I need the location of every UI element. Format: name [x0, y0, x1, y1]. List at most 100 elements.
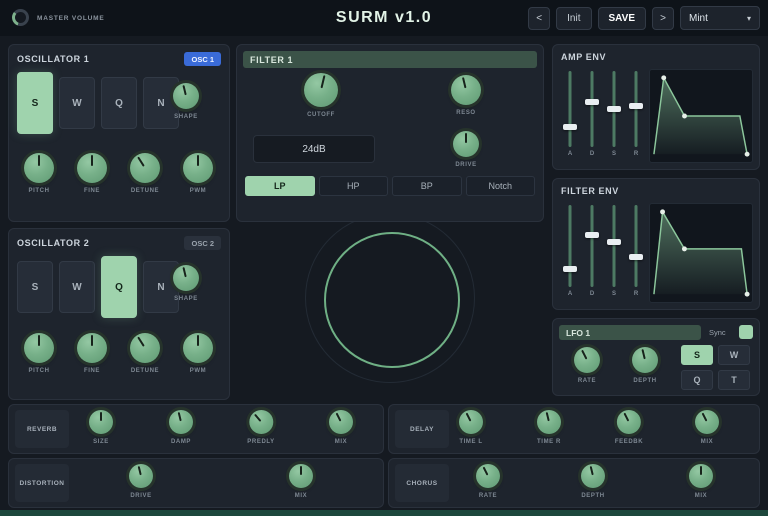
distortion-mix-knob[interactable]	[289, 464, 313, 488]
filter-cutoff-knob[interactable]	[304, 73, 338, 107]
reverb-predelay: PREDLY	[247, 410, 274, 445]
init-button[interactable]: Init	[556, 6, 592, 30]
delay-time-l: TIME L	[459, 410, 483, 445]
filter-env-display	[649, 203, 753, 303]
reverb-mix-knob[interactable]	[329, 410, 353, 434]
filter-env-release-slider[interactable]	[629, 205, 643, 287]
lfo1-title: LFO 1	[566, 327, 591, 338]
reverb-size-label: SIZE	[93, 439, 109, 445]
lfo-rate-knob[interactable]	[574, 347, 600, 373]
distortion-mix: MIX	[289, 464, 313, 499]
filter-type-notch[interactable]: Notch	[465, 176, 535, 196]
filter-cutoff-label: CUTOFF	[307, 112, 335, 118]
filter-slope-select[interactable]: 24dB	[253, 135, 375, 163]
osc1-wave-w[interactable]: W	[59, 77, 95, 129]
reverb-damp-knob[interactable]	[169, 410, 193, 434]
knob-indicator	[127, 462, 156, 491]
amp-env-sustain-slider[interactable]	[607, 71, 621, 147]
lfo-depth-knob[interactable]	[632, 347, 658, 373]
filter-env-attack: A	[563, 205, 577, 297]
osc2-pitch-knob[interactable]	[24, 333, 54, 363]
osc2-pwm-knob[interactable]	[183, 333, 213, 363]
preset-select[interactable]: Mint ▾	[680, 6, 760, 30]
xy-pad[interactable]	[324, 232, 460, 368]
osc2-wave-s[interactable]: S	[17, 261, 53, 313]
filter-reso-knob[interactable]	[451, 75, 481, 105]
osc2-detune-knob[interactable]	[130, 333, 160, 363]
lfo-depth-label: DEPTH	[633, 378, 657, 384]
filter-type-bp[interactable]: BP	[392, 176, 462, 196]
filter-type-lp[interactable]: LP	[245, 176, 315, 196]
slider-handle[interactable]	[585, 99, 599, 105]
osc2-pwm: PWM	[183, 333, 213, 374]
slider-track	[634, 205, 638, 287]
osc2-wave-selector: S W Q N	[17, 255, 179, 319]
knob-indicator	[325, 406, 357, 438]
slider-handle[interactable]	[563, 123, 577, 130]
lfo-wave-q[interactable]: Q	[681, 370, 713, 390]
filter-env-sustain-slider[interactable]	[607, 205, 621, 287]
filter-type-hp[interactable]: HP	[318, 176, 388, 196]
chorus-depth: DEPTH	[581, 464, 605, 499]
amp-env-attack-slider[interactable]	[563, 71, 577, 147]
delay-time-r-knob[interactable]	[537, 410, 561, 434]
knob-indicator	[691, 406, 723, 438]
lfo-wave-t[interactable]: T	[718, 370, 750, 390]
slider-track	[568, 71, 572, 147]
amp-env-attack-label: A	[567, 151, 573, 157]
osc1-shape-knob[interactable]	[173, 83, 199, 109]
slider-handle[interactable]	[629, 102, 643, 109]
filter-env-title: FILTER ENV	[561, 186, 619, 196]
amp-env-decay-slider[interactable]	[585, 71, 599, 147]
slider-handle[interactable]	[607, 106, 621, 112]
next-preset-button[interactable]: >	[652, 6, 674, 30]
osc1-fine-label: FINE	[83, 188, 101, 194]
prev-preset-button[interactable]: <	[528, 6, 551, 30]
osc2-shape-knob[interactable]	[173, 265, 199, 291]
lfo-sync-toggle[interactable]	[739, 325, 753, 339]
filter-drive-knob[interactable]	[453, 131, 479, 157]
reverb-predelay-knob[interactable]	[248, 410, 273, 434]
osc2-fine-knob[interactable]	[77, 333, 107, 363]
slider-handle[interactable]	[607, 239, 621, 246]
chorus-rate-knob[interactable]	[476, 464, 500, 488]
amp-env-display	[649, 69, 753, 163]
osc1-pwm-knob[interactable]	[183, 153, 213, 183]
filter-cutoff: CUTOFF	[304, 73, 338, 118]
amp-env-release-slider[interactable]	[629, 71, 643, 147]
osc1-detune-knob[interactable]	[130, 153, 160, 183]
reverb-size-knob[interactable]	[89, 410, 113, 434]
delay-time-l-knob[interactable]	[459, 410, 483, 434]
slider-handle[interactable]	[629, 254, 643, 261]
filter-env-decay-slider[interactable]	[585, 205, 599, 287]
reverb-panel: REVERB SIZE DAMP PREDLY MIX	[8, 404, 384, 454]
slider-handle[interactable]	[585, 231, 599, 238]
knob-indicator	[613, 406, 645, 438]
lfo-wave-w[interactable]: W	[718, 345, 750, 365]
delay-mix-knob[interactable]	[695, 410, 719, 434]
osc1-pitch-knob[interactable]	[24, 153, 54, 183]
lfo-wave-s[interactable]: S	[681, 345, 713, 365]
lfo-sync-label: Sync	[709, 328, 726, 337]
chorus-depth-knob[interactable]	[581, 464, 605, 488]
osc1-wave-s[interactable]: S	[17, 72, 53, 134]
knob-indicator	[448, 72, 484, 108]
slider-handle[interactable]	[563, 265, 577, 272]
chorus-mix-knob[interactable]	[689, 464, 713, 488]
osc1-fine-knob[interactable]	[77, 153, 107, 183]
osc2-wave-w[interactable]: W	[59, 261, 95, 313]
reverb-mix-label: MIX	[334, 439, 348, 445]
osc2-wave-q[interactable]: Q	[101, 256, 137, 318]
delay-title: DELAY	[395, 410, 449, 448]
amp-env-decay: D	[585, 71, 599, 157]
delay-feedback-knob[interactable]	[617, 410, 641, 434]
distortion-drive-knob[interactable]	[129, 464, 153, 488]
osc1-wave-q[interactable]: Q	[101, 77, 137, 129]
save-button[interactable]: SAVE	[597, 6, 646, 30]
filter-env-attack-slider[interactable]	[563, 205, 577, 287]
filter1-header: FILTER 1	[243, 51, 537, 68]
filter1-title: FILTER 1	[250, 54, 294, 65]
master-volume-knob[interactable]	[12, 9, 29, 26]
amp-env-sustain-label: S	[611, 151, 616, 157]
knob-indicator	[170, 80, 201, 111]
